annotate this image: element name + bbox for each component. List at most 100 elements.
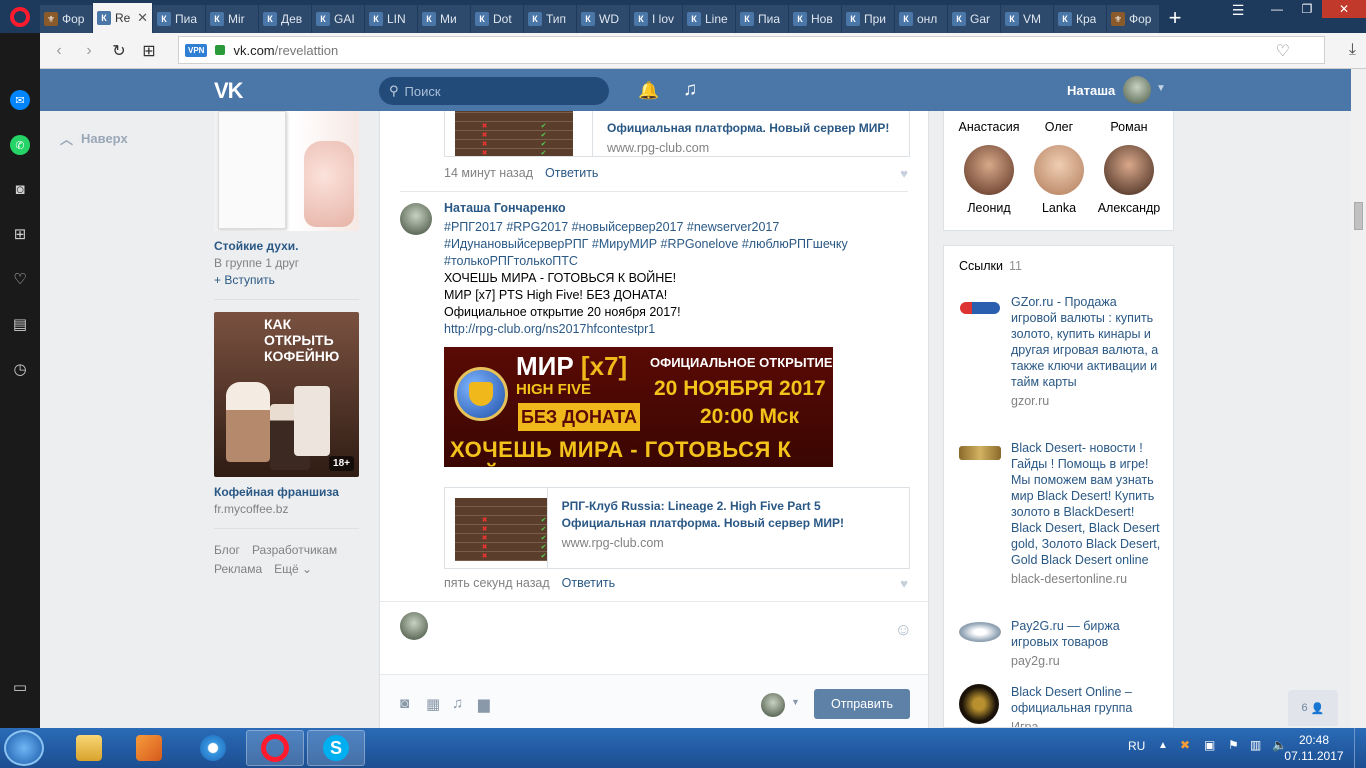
tab-14[interactable]: К Нов — [789, 5, 842, 33]
tab-menu-icon[interactable]: ☰ — [1225, 0, 1251, 20]
tab-9[interactable]: К Тип — [524, 5, 577, 33]
hashtags[interactable]: #ИдунановыйсерверРПГ #МируМИР #RPGonelov… — [444, 236, 894, 253]
tab-10[interactable]: К WD — [577, 5, 630, 33]
language-indicator[interactable]: RU — [1128, 739, 1145, 753]
speed-dial-sidebar-icon[interactable]: ⊞ — [10, 224, 30, 244]
vpn-badge[interactable]: VPN — [185, 43, 208, 57]
tray-expand-icon[interactable]: ▲ — [1158, 740, 1168, 751]
chevron-down-icon[interactable]: ▼ — [1156, 83, 1166, 94]
tab-0[interactable]: ⚜ Фор — [40, 5, 93, 33]
comment-time[interactable]: пять секунд назад — [444, 576, 550, 590]
bookmark-heart-icon[interactable]: ♡ — [1276, 41, 1290, 61]
network-icon[interactable]: ▥ — [1250, 738, 1261, 752]
tab-3[interactable]: К Mir — [206, 5, 259, 33]
chat-online-button[interactable]: 6 👤 — [1288, 690, 1338, 726]
news-icon[interactable]: ▤ — [10, 314, 30, 334]
friend-item[interactable]: Анастасия — [954, 120, 1024, 134]
ad-title[interactable]: Кофейная франшиза — [214, 485, 359, 499]
maximize-button[interactable]: ❐ — [1292, 0, 1322, 18]
tab-2[interactable]: К Пиа — [153, 5, 206, 33]
back-to-top-link[interactable]: ︿ Наверх — [60, 129, 128, 148]
url-text[interactable]: vk.com/revelattion — [233, 43, 338, 58]
messenger-icon[interactable]: ✉ — [10, 90, 30, 110]
taskbar-ie[interactable] — [184, 730, 242, 766]
emoji-icon[interactable]: ☺ — [895, 620, 912, 640]
ad-coffee-image[interactable]: КАК ОТКРЫТЬ КОФЕЙНЮ 18+ — [214, 312, 359, 477]
tray-device-icon[interactable]: ▣ — [1204, 738, 1215, 752]
speed-dial-icon[interactable]: ⊞ — [134, 36, 164, 66]
friend-item[interactable]: Леонид — [954, 145, 1024, 215]
taskbar-media-player[interactable] — [120, 730, 178, 766]
link-card-title[interactable]: РПГ-Клуб Russia: Lineage 2. High Five Pa… — [562, 498, 895, 532]
vk-logo-icon[interactable]: VK — [214, 78, 244, 104]
reply-link[interactable]: Ответить — [545, 166, 598, 180]
url-field[interactable]: VPN vk.com/revelattion — [178, 36, 1325, 64]
tab-6[interactable]: К LIN — [365, 5, 418, 33]
tab-12[interactable]: К Line — [683, 5, 736, 33]
download-icon[interactable]: ⤓ — [1349, 41, 1356, 59]
close-window-button[interactable]: ✕ — [1322, 0, 1366, 18]
opera-menu-button[interactable] — [0, 0, 40, 33]
sidebar-toggle-icon[interactable]: ▭ — [10, 677, 30, 697]
taskbar-explorer[interactable] — [60, 730, 118, 766]
link-card[interactable]: ✖ ✔ ✖ ✔ ✖ ✔ ✖ ✔ ✖ ✔ РПГ-Клуб Russia: Lineage … — [444, 487, 910, 569]
chevron-down-icon[interactable]: ▼ — [791, 697, 800, 707]
tab-15[interactable]: К При — [842, 5, 895, 33]
tab-11[interactable]: К I lov — [630, 5, 683, 33]
reload-button[interactable]: ↻ — [104, 36, 134, 66]
minimize-button[interactable]: — — [1262, 0, 1292, 18]
page-scrollbar[interactable] — [1351, 69, 1366, 728]
back-button[interactable]: ‹ — [44, 36, 74, 66]
link-text[interactable]: Pay2G.ru — биржа игровых товаров — [1011, 619, 1120, 649]
tab-18[interactable]: К VM — [1001, 5, 1054, 33]
taskbar-skype[interactable]: S — [307, 730, 365, 766]
friend-item[interactable]: Lanka — [1024, 145, 1094, 215]
tab-13[interactable]: К Пиа — [736, 5, 789, 33]
tab-20[interactable]: ⚜ Фор — [1107, 5, 1160, 33]
attach-document-icon[interactable]: ▆ — [478, 695, 490, 713]
link-text[interactable]: GZor.ru - Продажа игровой валюты : купит… — [1011, 295, 1158, 389]
music-note-icon[interactable]: ♫ — [683, 79, 697, 101]
forward-button[interactable]: › — [74, 36, 104, 66]
tab-16[interactable]: Конл — [895, 5, 948, 33]
ad-title[interactable]: Стойкие духи. — [214, 239, 359, 253]
promo-banner-image[interactable]: МИР [x7] HIGH FIVE БЕЗ ДОНАТА ОФИЦИАЛЬНО… — [444, 347, 833, 467]
system-clock[interactable]: 20:48 07.11.2017 — [1284, 732, 1344, 764]
new-tab-button[interactable]: + — [1160, 3, 1190, 33]
reply-link[interactable]: Ответить — [562, 576, 615, 590]
camera-icon[interactable]: ◙ — [10, 179, 30, 199]
friend-item[interactable]: Олег — [1024, 120, 1094, 134]
windows-start-button[interactable] — [4, 730, 44, 766]
like-heart-icon[interactable]: ♥ — [900, 166, 908, 181]
friend-item[interactable]: Роман — [1094, 120, 1164, 134]
whatsapp-icon[interactable]: ✆ — [10, 135, 30, 155]
attach-photo-icon[interactable]: ◙ — [400, 695, 409, 712]
tray-app-icon[interactable]: ✖ — [1180, 738, 1190, 752]
link-text[interactable]: Black Desert Online – официальная группа — [1011, 685, 1132, 715]
like-heart-icon[interactable]: ♥ — [900, 576, 908, 591]
link-card-title[interactable]: Официальная платформа. Новый сервер МИР! — [607, 120, 889, 137]
tab-8[interactable]: К Dot — [471, 5, 524, 33]
links-header[interactable]: Ссылки 11 — [959, 259, 1022, 273]
ad-perfume-image[interactable] — [214, 111, 359, 231]
send-button[interactable]: Отправить — [814, 689, 910, 719]
history-clock-icon[interactable]: ◷ — [10, 359, 30, 379]
tab-17[interactable]: К Gar — [948, 5, 1001, 33]
show-desktop-button[interactable] — [1354, 728, 1366, 768]
link-text[interactable]: Black Desert- новости ! Гайды ! Помощь в… — [1011, 441, 1160, 567]
tab-7[interactable]: К Ми — [418, 5, 471, 33]
bookmarks-heart-icon[interactable]: ♡ — [10, 269, 30, 289]
link-card[interactable]: ✖✔ ✖✔ ✖✔ ✖✔ ✖✔ Официальная платформа. Но… — [444, 111, 910, 157]
tab-1[interactable]: К Re ✕ — [93, 3, 153, 33]
commenter-avatar[interactable] — [400, 203, 432, 235]
tab-19[interactable]: К Кра — [1054, 5, 1107, 33]
taskbar-opera[interactable] — [246, 730, 304, 766]
my-avatar[interactable] — [400, 612, 428, 640]
friend-item[interactable]: Александр — [1094, 145, 1164, 215]
footer-link-ads[interactable]: Реклама — [214, 562, 262, 576]
search-input[interactable] — [404, 83, 585, 99]
attach-audio-icon[interactable]: ♫ — [452, 695, 463, 712]
comment-author[interactable]: Наташа Гончаренко — [444, 201, 566, 215]
hashtags[interactable]: #толькоРПГтолькоПТС — [444, 253, 894, 270]
close-tab-icon[interactable]: ✕ — [137, 10, 148, 26]
